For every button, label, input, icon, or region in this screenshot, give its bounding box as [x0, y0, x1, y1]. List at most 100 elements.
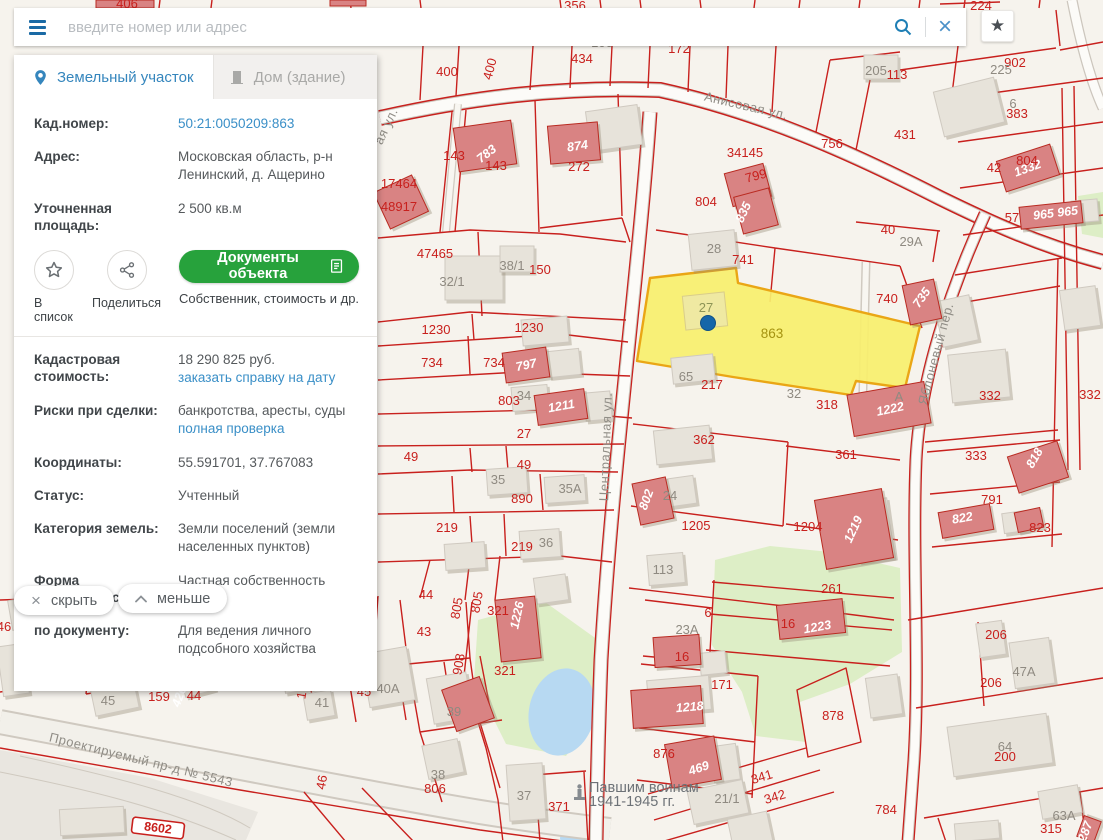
field-label: Кадастровая стоимость: [34, 351, 174, 387]
map-label: 46 [313, 774, 330, 791]
field-label: Координаты: [34, 454, 174, 472]
search-bar: × [14, 8, 966, 46]
field-value: 55.591701, 37.767083 [178, 454, 357, 472]
map-label: 150 [529, 262, 551, 277]
field-value: 50:21:0050209:863 [178, 115, 357, 133]
map-label: 27 [699, 300, 713, 315]
field-value: Для ведения личного подсобного хозяйства [178, 622, 357, 658]
map-label: 332 [1079, 387, 1101, 402]
add-to-list-label: В список [34, 296, 74, 324]
field-value-text: Учтенный [178, 487, 357, 505]
field-row: Кадастровая стоимость:18 290 825 руб.зак… [34, 351, 357, 387]
search-input[interactable] [60, 19, 893, 36]
map-label: 734 [483, 355, 505, 370]
map-label: 29A [899, 234, 922, 249]
field-link[interactable]: 50:21:0050209:863 [178, 115, 357, 133]
tab-land-parcel[interactable]: Земельный участок [14, 55, 213, 99]
map-label: 27 [517, 426, 531, 441]
map-label: 37 [517, 788, 531, 803]
share-label: Поделиться [92, 296, 161, 310]
map-label: 38/1 [499, 258, 524, 273]
map-label: 39 [447, 704, 461, 719]
map-label: 383 [1006, 106, 1028, 121]
map-label: 756 [821, 136, 843, 151]
map-label: 400 [436, 64, 458, 79]
field-value: Учтенный [178, 487, 357, 505]
clear-search-button[interactable]: × [938, 17, 952, 37]
map-label: 47465 [417, 246, 453, 261]
docs-button-label: Документы объекта [195, 250, 321, 282]
map-label: 1205 [682, 518, 711, 533]
field-row: Координаты:55.591701, 37.767083 [34, 454, 357, 472]
field-value-text: Для ведения личного подсобного хозяйства [178, 622, 357, 658]
map-label: 741 [732, 252, 754, 267]
map-label: 42 [987, 160, 1001, 175]
field-value-text: Московская область, р-н Ленинский, д. Ащ… [178, 148, 357, 184]
map-label: 333 [965, 448, 987, 463]
share-button[interactable]: Поделиться [92, 250, 161, 310]
map-label: 113 [887, 67, 908, 82]
field-value: 18 290 825 руб.заказать справку на дату [178, 351, 357, 387]
map-label: 24 [663, 488, 677, 503]
add-to-list-button[interactable]: В список [34, 250, 74, 324]
collapse-panel-button[interactable]: меньше [118, 584, 227, 613]
map-label: 806 [424, 781, 446, 796]
map-label: 40A [376, 681, 399, 696]
map-label: 44 [419, 587, 433, 602]
chevron-up-icon [135, 595, 147, 603]
map-label: 321 [494, 663, 516, 678]
field-link[interactable]: полная проверка [178, 420, 357, 438]
map-label: 823 [1029, 520, 1051, 535]
map-label: 49 [517, 457, 531, 472]
map-label: 1230 [422, 322, 451, 337]
map-label: 38 [431, 767, 445, 782]
field-link[interactable]: заказать справку на дату [178, 369, 357, 387]
pin-icon [32, 69, 49, 86]
field-value-text: 2 500 кв.м [178, 200, 357, 218]
building-icon [230, 69, 246, 85]
map-label: 34145 [727, 145, 763, 160]
divider [925, 17, 926, 37]
map-label: 143 [485, 158, 507, 173]
map-label: 874 [566, 138, 589, 155]
map-label: 219 [511, 539, 533, 554]
close-icon: × [31, 591, 41, 611]
hamburger-icon [29, 20, 46, 23]
hide-label: скрыть [51, 593, 97, 609]
field-label: Кад.номер: [34, 115, 174, 133]
object-documents-button[interactable]: Документы объекта [179, 250, 359, 283]
field-label: Категория земель: [34, 520, 174, 556]
field-row: Статус:Учтенный [34, 487, 357, 505]
document-icon [330, 258, 343, 274]
field-value: 2 500 кв.м [178, 200, 357, 235]
map-label: 804 [1016, 153, 1038, 168]
map-label: 65 [679, 369, 693, 384]
map-label: 49 [404, 449, 418, 464]
field-value: Земли поселений (земли населенных пункто… [178, 520, 357, 556]
map-label: 159 [148, 689, 170, 704]
menu-button[interactable] [14, 8, 60, 46]
star-icon: ★ [990, 16, 1005, 36]
search-icon [893, 17, 913, 37]
map-label: 40 [881, 222, 895, 237]
map-label: 321 [487, 603, 509, 618]
less-label: меньше [157, 591, 210, 607]
field-list-top: Кад.номер:50:21:0050209:863 Адрес:Московс… [34, 115, 357, 235]
map-label: 1204 [794, 519, 823, 534]
tab-house-building[interactable]: Дом (здание) [213, 55, 377, 99]
map-label: 217 [701, 377, 723, 392]
hide-panel-button[interactable]: × скрыть [14, 586, 114, 615]
map-label: 21/1 [714, 791, 739, 806]
map-label: 16 [781, 616, 795, 631]
field-row: Категория земель:Земли поселений (земли … [34, 520, 357, 556]
map-label: A [895, 389, 904, 404]
map-label: 45 [101, 693, 115, 708]
field-row: Адрес:Московская область, р-н Ленинский,… [34, 148, 357, 184]
search-button[interactable] [893, 17, 913, 37]
map-label: 46 [0, 619, 11, 634]
field-value: банкротства, аресты, судыполная проверка [178, 402, 357, 438]
favorites-button[interactable]: ★ [981, 10, 1014, 42]
divider [14, 336, 377, 337]
map-label: 113 [653, 562, 674, 577]
map-label: 878 [822, 708, 844, 723]
